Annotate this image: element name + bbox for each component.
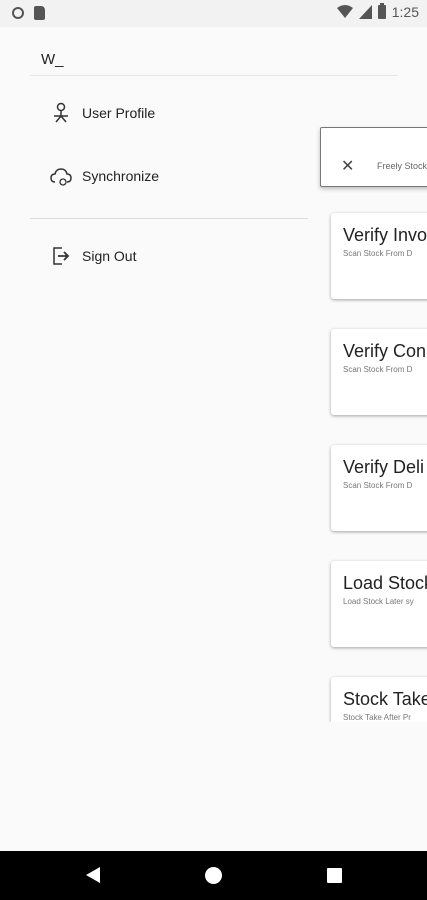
drawer-item-sign-out[interactable]: Sign Out — [50, 245, 136, 267]
divider — [30, 218, 308, 219]
back-icon[interactable] — [86, 867, 100, 883]
card-verify-invoice[interactable]: Verify Invo Scan Stock From D — [331, 213, 427, 299]
sd-card-icon — [34, 6, 45, 20]
user-profile-icon — [54, 102, 68, 123]
drawer-user-name: W_ — [41, 51, 64, 68]
card-subtitle: Scan Stock From D — [343, 365, 413, 374]
drawer-item-synchronize[interactable]: Synchronize — [50, 165, 159, 187]
status-right: 1:25 — [336, 3, 419, 20]
card-title: Verify Invo — [343, 225, 427, 245]
card-verify-delivery[interactable]: Verify Deli Scan Stock From D — [331, 445, 427, 531]
card-title: Stock Take — [343, 689, 427, 709]
card-subtitle: Scan Stock From D — [343, 481, 413, 490]
banner-text: Freely Stock — [377, 161, 427, 171]
signal-icon — [358, 5, 372, 19]
drawer-item-label: User Profile — [82, 105, 156, 121]
drawer-item-user-profile[interactable]: User Profile — [50, 102, 155, 124]
close-icon[interactable]: ✕ — [341, 156, 354, 176]
card-title: Verify Con — [343, 341, 427, 361]
sign-out-icon — [53, 247, 70, 265]
drawer-item-label: Sign Out — [82, 248, 137, 264]
card-stock-take[interactable]: Stock Take Stock Take After Pr — [331, 677, 427, 722]
system-nav-bar — [0, 851, 427, 900]
home-icon[interactable] — [205, 867, 222, 884]
main-content: ✕ Freely Stock Verify Invo Scan Stock Fr… — [310, 27, 427, 722]
status-time: 1:25 — [391, 4, 419, 20]
card-subtitle: Load Stock Later sy — [343, 597, 414, 606]
drawer-item-label: Synchronize — [82, 168, 160, 184]
divider — [30, 75, 398, 76]
navigation-drawer: W_ User Profile Synchronize Sign Out — [0, 27, 398, 851]
status-left — [12, 6, 45, 20]
card-title: Load Stock — [343, 573, 427, 593]
card-title: Verify Deli — [343, 457, 425, 477]
wifi-icon — [336, 5, 353, 18]
card-load-stock[interactable]: Load Stock Load Stock Later sy — [331, 561, 427, 647]
card-subtitle: Scan Stock From D — [343, 249, 413, 258]
card-verify-con[interactable]: Verify Con Scan Stock From D — [331, 329, 427, 415]
info-banner: ✕ Freely Stock — [320, 127, 427, 187]
notification-circle-icon — [12, 7, 24, 19]
card-subtitle: Stock Take After Pr — [343, 713, 411, 722]
battery-icon — [377, 3, 386, 19]
cloud-sync-icon — [50, 168, 72, 186]
status-bar: 1:25 — [0, 0, 427, 27]
recent-apps-icon[interactable] — [327, 868, 342, 883]
